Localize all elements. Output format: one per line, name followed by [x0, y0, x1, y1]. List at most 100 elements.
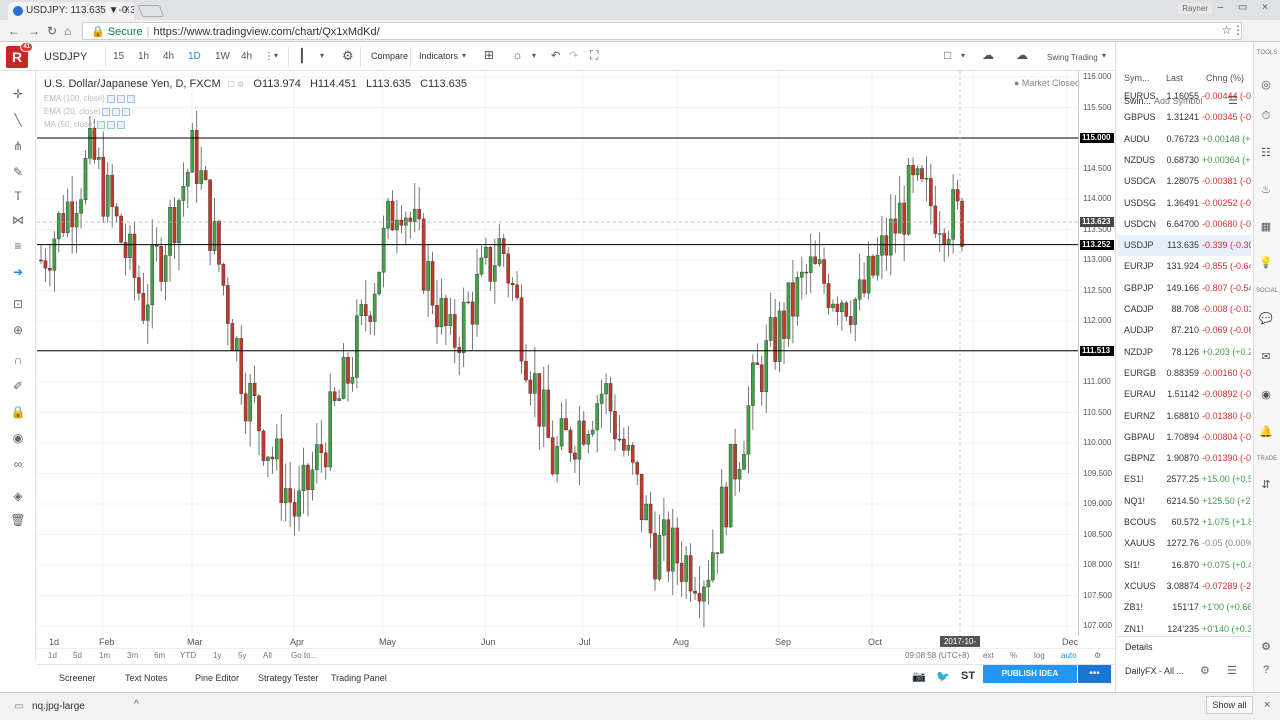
interval-1w[interactable]: 1W [215, 51, 230, 62]
watchlist-row[interactable]: EURNZ 1.68810-0.01380 (-0.81 [1117, 406, 1251, 427]
data-window-icon[interactable]: ☷ [1258, 146, 1274, 160]
home-icon[interactable]: ⌂ [64, 24, 71, 38]
indicators-dropdown-icon[interactable]: ▾ [462, 51, 466, 60]
streams-icon[interactable]: ◉ [1258, 388, 1274, 402]
window-controls[interactable]: – ▭ × [1218, 2, 1274, 13]
trend-line-icon[interactable]: ╲ [10, 113, 26, 127]
more-options-button[interactable]: ••• [1078, 665, 1111, 683]
chart-clock[interactable]: 09:08:58 (UTC+8) [905, 651, 969, 660]
chart-style-icon[interactable]: ┃ [298, 48, 306, 64]
range-button[interactable]: 5y [238, 651, 246, 660]
watchlist-row[interactable]: NZDJP 78.126+0.203 (+0.26% [1117, 342, 1251, 363]
watchlist-row[interactable]: USDCA 1.28075-0.00381 (-0.30 [1117, 171, 1251, 192]
alert-bulb-icon[interactable]: ☼ [512, 48, 523, 62]
chart-style-dropdown-icon[interactable]: ▾ [320, 51, 324, 60]
reload-icon[interactable]: ↻ [47, 24, 57, 38]
range-button[interactable]: 3m [127, 651, 138, 660]
tab-close-icon[interactable]: × [124, 4, 130, 15]
watchlist-row[interactable]: EURGB 0.88359-0.00160 (-0.18 [1117, 363, 1251, 384]
watchlist-row[interactable]: NQ1! 6214.50+125.50 (+2.06 [1117, 491, 1251, 512]
tab-pine-editor[interactable]: Pine Editor [195, 673, 239, 683]
user-avatar[interactable]: R 41 [6, 42, 33, 68]
watchlist-row[interactable]: GBPNZ 1.90870-0.01390 (-0.72 [1117, 448, 1251, 469]
fib-icon[interactable]: ≡ [10, 239, 26, 253]
range-button[interactable]: 1d [48, 651, 57, 660]
range-button[interactable]: 5d [73, 651, 82, 660]
range-button[interactable]: 1y [213, 651, 221, 660]
show-all-downloads-button[interactable]: Show all [1206, 696, 1253, 714]
rail-settings-icon[interactable]: ⚙ [1258, 640, 1274, 654]
close-downloads-icon[interactable]: × [1264, 699, 1270, 711]
interval-1d[interactable]: 1D [188, 51, 201, 62]
alerts-clock-icon[interactable]: ⏱ [1258, 110, 1274, 124]
news-feed-header[interactable]: DailyFX - All ... ⚙ ☰ [1117, 660, 1251, 682]
symbol-search[interactable]: USDJPY [44, 51, 87, 63]
study-ema-100[interactable]: EMA (100, close) [44, 94, 135, 103]
url-field[interactable]: 🔒 Secure | https://www.tradingview.com/cha… [82, 22, 1242, 40]
chart-pane[interactable] [37, 71, 1078, 636]
crosshair-icon[interactable]: ✛ [10, 87, 26, 101]
study-eye-icon[interactable] [106, 94, 115, 103]
watchlist-rail-icon[interactable]: ◎ [1258, 78, 1274, 92]
dom-icon[interactable]: ⇵ [1258, 478, 1274, 492]
zoom-icon[interactable]: ⊕ [10, 323, 26, 337]
settings-gear-icon[interactable]: ⚙ [342, 48, 354, 64]
calendar-icon[interactable]: ▦ [1258, 220, 1274, 234]
watchlist-row[interactable]: ZB1! 151'17+1'00 (+0.66%) [1117, 597, 1251, 618]
redo-icon[interactable]: ↷ [569, 49, 578, 62]
indicators-button[interactable]: Indicators [419, 51, 458, 61]
axis-option-3[interactable]: auto [1061, 651, 1077, 660]
layout-dropdown-icon[interactable]: ▾ [961, 51, 965, 60]
download-options-icon[interactable]: ^ [134, 699, 139, 710]
undo-icon[interactable]: ↶ [551, 49, 560, 62]
study-settings-icon[interactable] [107, 120, 116, 129]
watchlist-row[interactable]: EURUS 1.16055-0.00444 (-0.38 [1117, 86, 1251, 107]
layout-icon[interactable]: □ [944, 48, 951, 62]
study-close-icon[interactable] [117, 120, 126, 129]
watchlist-row[interactable]: SI1! 16.870+0.075 (+0.45% [1117, 555, 1251, 576]
watchlist-row[interactable]: GBPJP 149.166-0.807 (-0.54% [1117, 278, 1251, 299]
range-button[interactable]: 6m [154, 651, 165, 660]
study-settings-icon[interactable] [116, 94, 125, 103]
hotlist-flame-icon[interactable]: ♨ [1258, 183, 1274, 197]
browser-tab[interactable]: USDJPY: 113.635 ▼-0.3... × [8, 2, 134, 20]
cloud-save-icon[interactable]: ☁ [982, 48, 994, 62]
chat-icon[interactable]: 💬 [1258, 312, 1274, 326]
range-button[interactable]: 1m [99, 651, 110, 660]
study-settings-icon[interactable] [112, 107, 121, 116]
measure-icon[interactable]: ⊡ [10, 297, 26, 311]
tab-strategy-tester[interactable]: Strategy Tester [258, 673, 318, 683]
range-button[interactable]: YTD [180, 651, 196, 660]
study-close-icon[interactable] [122, 107, 131, 116]
interval-15[interactable]: 15 [113, 51, 124, 62]
col-symbol[interactable]: Sym... [1124, 73, 1150, 83]
range-button[interactable]: All [263, 651, 272, 660]
watchlist-row[interactable]: AUDJP 87.210-0.069 (-0.08% [1117, 320, 1251, 341]
text-tool-icon[interactable]: T [10, 189, 26, 203]
alert-dropdown-icon[interactable]: ▾ [532, 51, 536, 60]
layout-name[interactable]: Swing Trading [1047, 53, 1098, 62]
new-tab-button[interactable] [137, 5, 165, 17]
pattern-icon[interactable]: ⋈ [10, 213, 26, 227]
publish-idea-button[interactable]: PUBLISH IDEA [983, 665, 1077, 683]
legend-settings-icon[interactable]: ☐ ⚙ [228, 80, 245, 89]
tab-screener[interactable]: Screener [59, 673, 96, 683]
profile-button[interactable]: Rayner [1178, 3, 1212, 14]
watchlist-row[interactable]: CADJP 88.708-0.008 (-0.01% [1117, 299, 1251, 320]
watchlist-row[interactable]: USDSG 1.36491-0.00252 (-0.18 [1117, 193, 1251, 214]
axis-settings-icon[interactable]: ⚙ [1094, 651, 1101, 660]
col-change[interactable]: Chng (%) [1206, 73, 1244, 83]
arrow-back-icon[interactable]: ➜ [10, 265, 26, 279]
watchlist-row[interactable]: ES1! 2577.25+15.00 (+0.59% [1117, 469, 1251, 490]
stocktwits-icon[interactable]: ST [961, 670, 975, 682]
news-menu-icon[interactable]: ☰ [1227, 664, 1237, 677]
watchlist-row[interactable]: GBPUS 1.31241-0.00345 (-0.26 [1117, 107, 1251, 128]
study-close-icon[interactable] [126, 94, 135, 103]
back-icon[interactable]: ← [8, 24, 20, 38]
lock-drawings-icon[interactable]: 🔒 [10, 405, 26, 419]
magnet-icon[interactable]: ∩ [10, 353, 26, 367]
axis-option-2[interactable]: log [1034, 651, 1045, 660]
axis-option-0[interactable]: ext [983, 651, 994, 660]
templates-icon[interactable]: ⊞ [484, 48, 494, 62]
download-item[interactable]: nq.jpg-large [32, 701, 85, 712]
